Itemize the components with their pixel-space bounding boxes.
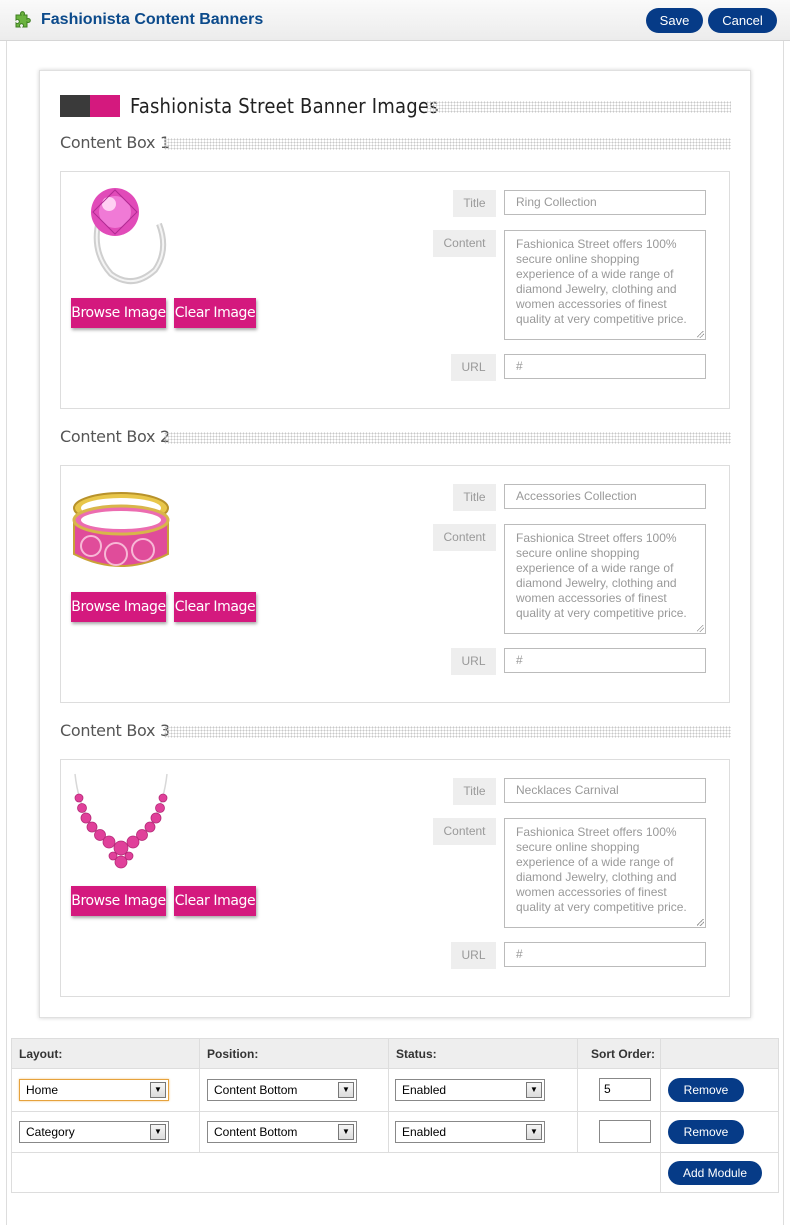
layout-select[interactable]: Category ▼ — [19, 1121, 169, 1143]
url-label: URL — [451, 942, 496, 969]
clear-image-button[interactable]: Clear Image — [174, 298, 256, 328]
content-box-3: Browse Image Clear Image Title Necklaces… — [60, 759, 730, 997]
brand-block-dark — [60, 95, 90, 117]
title-label: Title — [453, 190, 496, 217]
necklace-image — [74, 773, 168, 869]
resize-grip-icon[interactable] — [697, 331, 704, 338]
top-bar: Fashionista Content Banners Save Cancel — [0, 0, 790, 41]
clear-image-button[interactable]: Clear Image — [174, 886, 256, 916]
column-divider — [388, 1039, 389, 1152]
url-label: URL — [451, 354, 496, 381]
chevron-down-icon: ▼ — [150, 1124, 166, 1140]
chevron-down-icon: ▼ — [526, 1124, 542, 1140]
content-label: Content — [433, 230, 496, 257]
status-select[interactable]: Enabled ▼ — [395, 1079, 545, 1101]
url-input[interactable]: # — [504, 648, 706, 673]
layout-value: Category — [26, 1125, 75, 1139]
cancel-button[interactable]: Cancel — [708, 8, 777, 33]
save-button[interactable]: Save — [646, 8, 703, 33]
position-select[interactable]: Content Bottom ▼ — [207, 1079, 357, 1101]
remove-button[interactable]: Remove — [668, 1120, 744, 1144]
row-divider — [12, 1111, 778, 1112]
puzzle-module-icon — [15, 11, 31, 28]
page-title: Fashionista Content Banners — [41, 11, 264, 28]
chevron-down-icon: ▼ — [150, 1082, 166, 1098]
content-box-3-heading: Content Box 3 — [60, 721, 170, 740]
content-label: Content — [433, 818, 496, 845]
brand-block-pink — [90, 95, 120, 117]
title-input[interactable]: Ring Collection — [504, 190, 706, 215]
title-input[interactable]: Accessories Collection — [504, 484, 706, 509]
resize-grip-icon[interactable] — [697, 919, 704, 926]
bangles-image — [72, 492, 170, 567]
layout-value: Home — [26, 1083, 59, 1097]
module-table: Layout: Position: Status: Sort Order: Ho… — [11, 1038, 779, 1193]
ring-image — [91, 188, 167, 284]
heading-divider — [164, 432, 731, 444]
content-box-2: Browse Image Clear Image Title Accessori… — [60, 465, 730, 703]
row-divider — [12, 1152, 778, 1153]
content-text: Fashionica Street offers 100% secure onl… — [516, 825, 687, 914]
chevron-down-icon: ▼ — [526, 1082, 542, 1098]
column-status: Status: — [396, 1047, 437, 1061]
url-input[interactable]: # — [504, 354, 706, 379]
column-divider — [660, 1039, 661, 1192]
sort-order-input[interactable] — [599, 1120, 651, 1143]
title-label: Title — [453, 484, 496, 511]
title-divider — [426, 101, 731, 113]
url-label: URL — [451, 648, 496, 675]
position-select[interactable]: Content Bottom ▼ — [207, 1121, 357, 1143]
content-textarea[interactable]: Fashionica Street offers 100% secure onl… — [504, 230, 706, 340]
url-input[interactable]: # — [504, 942, 706, 967]
resize-grip-icon[interactable] — [697, 625, 704, 632]
chevron-down-icon: ▼ — [338, 1124, 354, 1140]
status-select[interactable]: Enabled ▼ — [395, 1121, 545, 1143]
add-module-button[interactable]: Add Module — [668, 1161, 762, 1185]
heading-divider — [164, 138, 731, 150]
content-textarea[interactable]: Fashionica Street offers 100% secure onl… — [504, 818, 706, 928]
layout-select[interactable]: Home ▼ — [19, 1079, 169, 1101]
column-sort-order: Sort Order: — [591, 1047, 656, 1061]
content-label: Content — [433, 524, 496, 551]
position-value: Content Bottom — [214, 1083, 298, 1097]
content-text: Fashionica Street offers 100% secure onl… — [516, 237, 687, 326]
chevron-down-icon: ▼ — [338, 1082, 354, 1098]
browse-image-button[interactable]: Browse Image — [71, 298, 166, 328]
remove-button[interactable]: Remove — [668, 1078, 744, 1102]
sort-order-input[interactable]: 5 — [599, 1078, 651, 1101]
content-textarea[interactable]: Fashionica Street offers 100% secure onl… — [504, 524, 706, 634]
content-box-1: Browse Image Clear Image Title Ring Coll… — [60, 171, 730, 409]
clear-image-button[interactable]: Clear Image — [174, 592, 256, 622]
title-label: Title — [453, 778, 496, 805]
title-input[interactable]: Necklaces Carnival — [504, 778, 706, 803]
browse-image-button[interactable]: Browse Image — [71, 592, 166, 622]
heading-divider — [164, 726, 731, 738]
column-layout: Layout: — [19, 1047, 63, 1061]
status-value: Enabled — [402, 1083, 447, 1097]
table-header: Layout: Position: Status: Sort Order: — [12, 1039, 778, 1069]
content-box-1-heading: Content Box 1 — [60, 133, 170, 152]
content-box-2-heading: Content Box 2 — [60, 427, 170, 446]
content-text: Fashionica Street offers 100% secure onl… — [516, 531, 687, 620]
panel-title: Fashionista Street Banner Images — [130, 94, 439, 118]
browse-image-button[interactable]: Browse Image — [71, 886, 166, 916]
position-value: Content Bottom — [214, 1125, 298, 1139]
column-position: Position: — [207, 1047, 259, 1061]
column-divider — [199, 1039, 200, 1152]
column-divider — [577, 1039, 578, 1152]
status-value: Enabled — [402, 1125, 447, 1139]
